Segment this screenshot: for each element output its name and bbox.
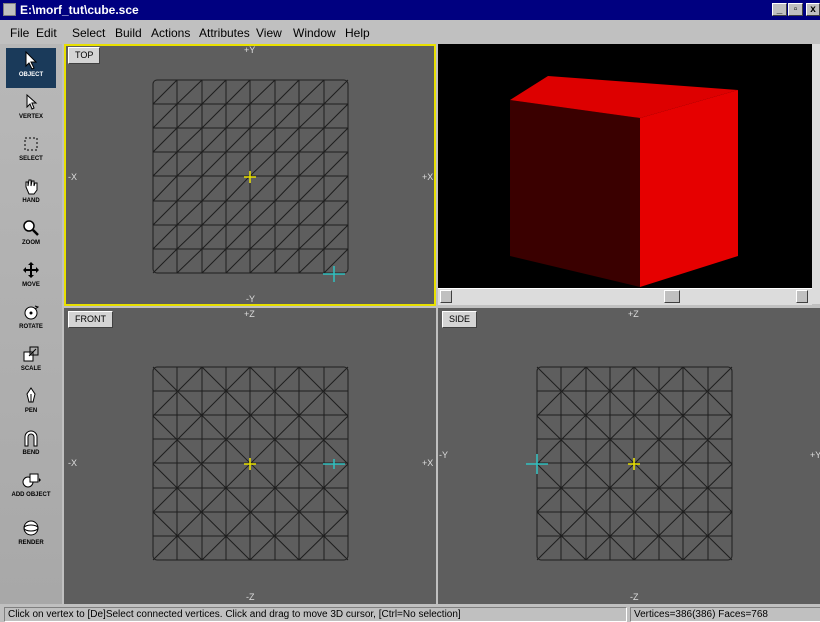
axis-label: +Y xyxy=(244,45,256,55)
pivot-marker-icon xyxy=(323,266,345,282)
pen-icon xyxy=(26,387,36,403)
hand-icon xyxy=(25,179,38,195)
tool-scale[interactable]: SCALE xyxy=(6,342,56,382)
front-mesh xyxy=(152,366,349,561)
side-viewport[interactable]: SIDE +Z -Z -Y +Y xyxy=(438,308,820,604)
menu-help[interactable]: Help xyxy=(345,26,370,40)
tool-vertex[interactable]: VERTEX xyxy=(6,90,56,130)
rotate-icon xyxy=(24,305,40,320)
tool-move[interactable]: MOVE xyxy=(6,258,56,298)
status-bar: Click on vertex to [De]Select connected … xyxy=(0,605,820,622)
menu-view[interactable]: View xyxy=(256,26,282,40)
pivot-marker-icon xyxy=(323,459,345,469)
tool-label: RENDER xyxy=(18,540,44,546)
tool-label: ADD OBJECT xyxy=(11,492,51,498)
side-mesh xyxy=(526,366,733,561)
tool-pen[interactable]: PEN xyxy=(6,384,56,424)
menu-file[interactable]: File xyxy=(10,26,29,40)
tool-label: PEN xyxy=(24,408,38,414)
tool-label: HAND xyxy=(22,198,40,204)
title-bar: E:\morf_tut\cube.sce _ ▫ x xyxy=(0,0,820,20)
move-arrows-icon xyxy=(23,262,39,278)
marquee-select-icon xyxy=(24,137,38,151)
axis-label: -X xyxy=(68,172,77,182)
axis-label: +Y xyxy=(810,450,820,460)
axis-label: +Z xyxy=(628,309,639,319)
menu-select[interactable]: Select xyxy=(72,26,105,40)
axis-label: -Z xyxy=(246,592,255,602)
tool-palette: OBJECT VERTEX SELECT HAND ZOOM MOVE ROTA… xyxy=(0,44,62,604)
menu-build[interactable]: Build xyxy=(115,26,142,40)
menu-attributes[interactable]: Attributes xyxy=(199,26,250,40)
viewport-label-top[interactable]: TOP xyxy=(68,47,101,64)
minimize-button[interactable]: _ xyxy=(772,3,787,16)
tool-select[interactable]: SELECT xyxy=(6,132,56,172)
magnifier-icon xyxy=(23,220,39,236)
tool-label: OBJECT xyxy=(18,72,44,78)
tool-object[interactable]: OBJECT xyxy=(6,48,56,88)
top-viewport[interactable]: TOP +Y -Y -X +X xyxy=(64,44,436,306)
add-object-icon xyxy=(22,473,41,488)
close-button[interactable]: x xyxy=(806,3,820,16)
menu-actions[interactable]: Actions xyxy=(151,26,190,40)
tool-bend[interactable]: BEND xyxy=(6,426,56,466)
axis-label: -Z xyxy=(630,592,639,602)
viewport-label-side[interactable]: SIDE xyxy=(442,311,478,328)
scroll-right-button[interactable] xyxy=(796,290,808,303)
maximize-button[interactable]: ▫ xyxy=(788,3,803,16)
arrow-cursor-icon xyxy=(25,50,38,70)
tool-label: ZOOM xyxy=(22,240,40,246)
tool-add-object[interactable]: ADD OBJECT xyxy=(6,468,56,512)
tool-rotate[interactable]: ROTATE xyxy=(6,300,56,340)
tool-label: VERTEX xyxy=(18,114,43,120)
tool-label: ROTATE xyxy=(19,324,43,330)
axis-label: -X xyxy=(68,458,77,468)
tool-label: MOVE xyxy=(22,282,40,288)
menu-edit[interactable]: Edit xyxy=(36,26,57,40)
tool-hand[interactable]: HAND xyxy=(6,174,56,214)
render-sphere-icon xyxy=(23,520,39,536)
camera-preview[interactable] xyxy=(438,44,812,288)
window-title: E:\morf_tut\cube.sce xyxy=(20,3,139,17)
app-icon[interactable] xyxy=(3,3,16,16)
red-cube xyxy=(510,76,738,287)
scroll-left-button[interactable] xyxy=(440,290,452,303)
axis-label: -Y xyxy=(439,450,448,460)
axis-label: +X xyxy=(422,458,434,468)
tool-zoom[interactable]: ZOOM xyxy=(6,216,56,256)
status-stats: Vertices=386(386) Faces=768 xyxy=(630,607,820,622)
tool-label: SELECT xyxy=(19,156,43,162)
menu-window[interactable]: Window xyxy=(293,26,336,40)
tool-render[interactable]: RENDER xyxy=(6,516,56,556)
scale-icon xyxy=(23,346,39,362)
tool-label: BEND xyxy=(22,450,40,456)
scroll-thumb[interactable] xyxy=(664,290,680,303)
axis-label: +Z xyxy=(244,309,255,319)
axis-label: +X xyxy=(422,172,434,182)
menu-bar: File Edit Select Build Actions Attribute… xyxy=(0,22,820,42)
vertical-scrollbar[interactable] xyxy=(812,44,820,304)
horizontal-scrollbar[interactable] xyxy=(438,288,812,305)
front-viewport[interactable]: FRONT +Z -Z -X +X xyxy=(64,308,436,604)
bend-icon xyxy=(24,430,38,447)
axis-label: -Y xyxy=(246,294,255,304)
tool-label: SCALE xyxy=(20,366,42,372)
vertex-arrow-icon xyxy=(26,93,38,110)
status-message: Click on vertex to [De]Select connected … xyxy=(4,607,627,622)
3d-cursor-icon xyxy=(244,171,256,183)
viewport-label-front[interactable]: FRONT xyxy=(68,311,113,328)
top-mesh xyxy=(152,79,349,282)
